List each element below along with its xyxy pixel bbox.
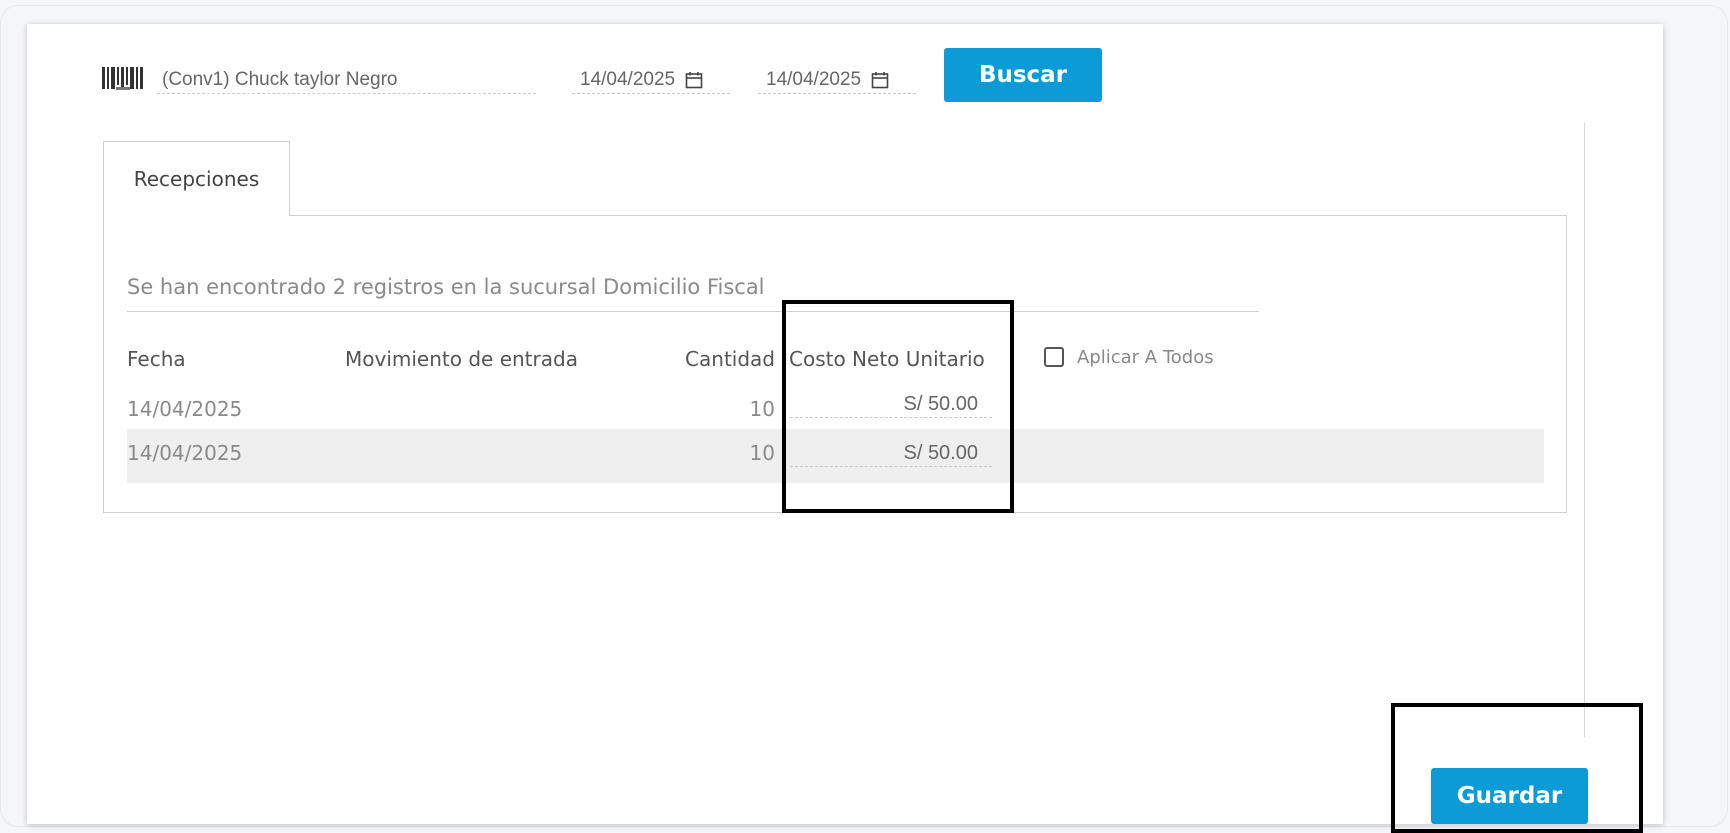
barcode-icon[interactable] — [102, 65, 152, 93]
date-from-value: 14/04/2025 — [580, 69, 676, 90]
column-header-costo-neto-unitario: Costo Neto Unitario — [789, 347, 985, 371]
search-button[interactable]: Buscar — [944, 48, 1102, 102]
unit-cost-input[interactable]: S/ 50.00 — [790, 390, 992, 418]
product-search-input[interactable]: (Conv1) Chuck taylor Negro — [157, 66, 536, 94]
table-row: 14/04/2025 10 S/ 50.00 — [127, 429, 1544, 483]
vertical-divider — [1584, 123, 1585, 737]
save-button[interactable]: Guardar — [1431, 768, 1588, 824]
results-summary: Se han encontrado 2 registros en la sucu… — [127, 270, 1259, 312]
apply-all-checkbox[interactable] — [1044, 347, 1064, 367]
row-fecha: 14/04/2025 — [127, 441, 243, 465]
tab-recepciones[interactable]: Recepciones — [103, 141, 290, 216]
unit-cost-input[interactable]: S/ 50.00 — [790, 439, 992, 467]
apply-all-label: Aplicar A Todos — [1077, 347, 1214, 368]
column-header-movimiento: Movimiento de entrada — [345, 347, 578, 371]
date-from-field[interactable]: 14/04/2025 — [572, 66, 730, 94]
calendar-icon[interactable] — [871, 71, 889, 89]
column-header-fecha: Fecha — [127, 347, 186, 371]
row-fecha: 14/04/2025 — [127, 397, 243, 421]
row-cantidad: 10 — [749, 397, 775, 421]
date-to-value: 14/04/2025 — [766, 69, 862, 90]
row-cantidad: 10 — [749, 441, 775, 465]
column-header-cantidad: Cantidad — [685, 347, 775, 371]
calendar-icon[interactable] — [685, 71, 703, 89]
date-to-field[interactable]: 14/04/2025 — [758, 66, 916, 94]
